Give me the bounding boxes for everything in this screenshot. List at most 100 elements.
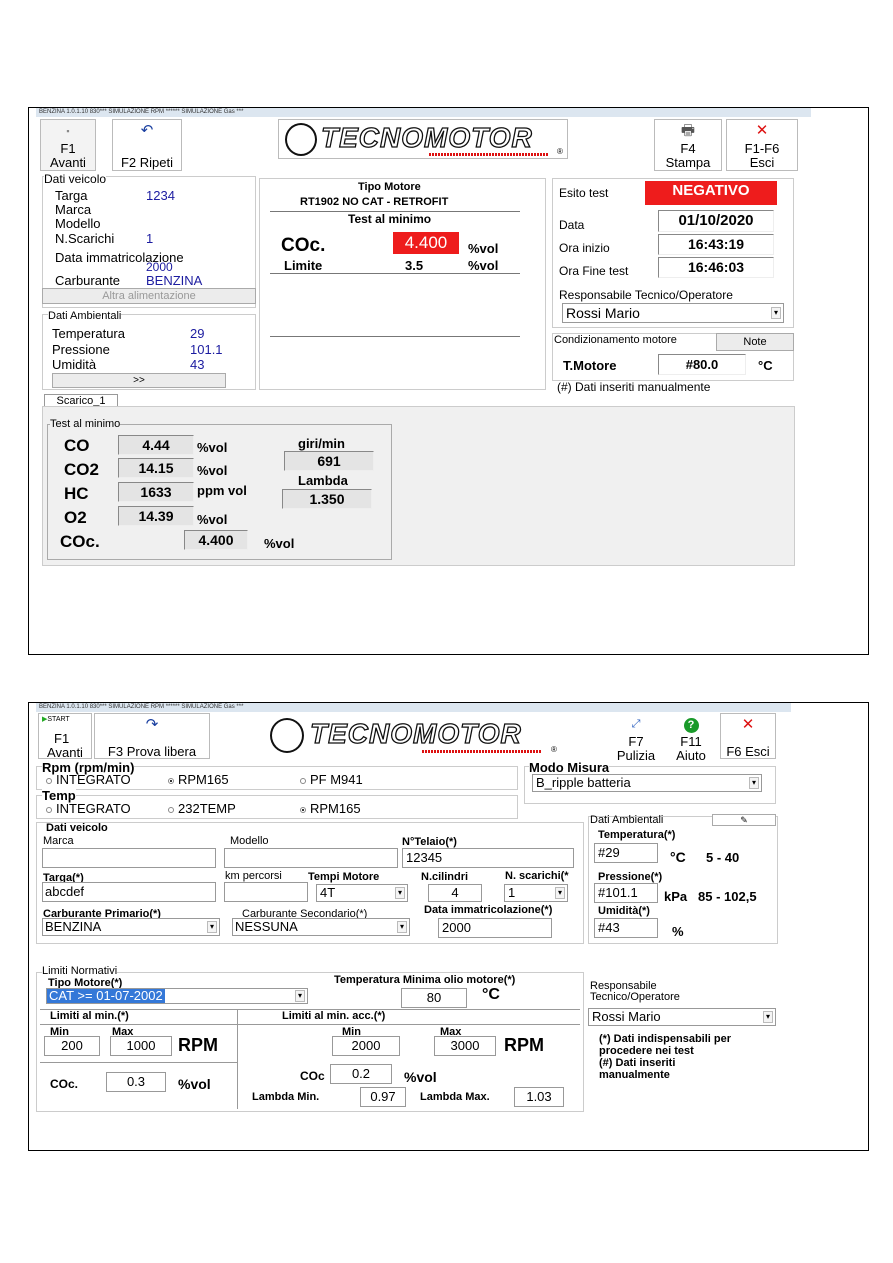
undo-icon: ↶ [140, 122, 154, 139]
close-icon: ✕ [755, 122, 769, 139]
carburante-secondario-select[interactable]: NESSUNA ▾ [232, 918, 410, 936]
chevron-down-icon: ▾ [294, 990, 305, 1002]
temp-option-rpm165[interactable]: RPM165 [300, 801, 361, 816]
window-titlebar-2: BENZINA 1.0.1.10 830*** SIMULAZIONE RPM … [36, 703, 791, 712]
close-icon: ✕ [741, 716, 755, 733]
radio-selected-icon [168, 777, 174, 784]
radio-icon [46, 777, 52, 784]
km-percorsi-input[interactable] [224, 882, 308, 902]
ora-inizio-field: 16:43:19 [658, 234, 774, 255]
limite-value: 3.5 [405, 258, 424, 273]
modello-input[interactable] [224, 848, 398, 868]
coc-minimo-value: 4.400 [184, 530, 248, 550]
coc-min-input[interactable]: 0.3 [106, 1072, 166, 1092]
result-center-panel [259, 178, 546, 390]
redo-icon: ↷ [145, 716, 159, 733]
coc-result-value: 4.400 [393, 232, 459, 254]
chevron-down-icon: ▾ [762, 1011, 773, 1023]
modo-misura-select[interactable]: B_ripple batteria ▾ [532, 774, 762, 792]
chevron-down-icon: ▾ [554, 887, 565, 899]
min-rpm-max-input[interactable]: 1000 [110, 1036, 172, 1056]
chevron-down-icon: ▾ [748, 777, 759, 789]
hc-value: 1633 [118, 482, 194, 502]
marca-input[interactable] [42, 848, 216, 868]
targa-input[interactable]: abcdef [42, 882, 216, 902]
f2-ripeti-button[interactable]: ↶ F2 Ripeti [112, 119, 182, 171]
min-rpm-min-input[interactable]: 200 [44, 1036, 100, 1056]
temp-option-integrato[interactable]: INTEGRATO [46, 801, 131, 816]
temp-option-232temp[interactable]: 232TEMP [168, 801, 236, 816]
tempi-motore-select[interactable]: 4T ▾ [316, 884, 408, 902]
temperatura-input[interactable]: #29 [594, 843, 658, 863]
dog-mascot-icon [285, 123, 317, 156]
esito-negativo-badge: NEGATIVO [645, 181, 777, 205]
chevron-down-icon: ▾ [394, 887, 405, 899]
co2-value: 14.15 [118, 458, 194, 478]
carburante-primario-select[interactable]: BENZINA ▾ [42, 918, 220, 936]
pressione-range: 85 - 102,5 [698, 889, 757, 904]
acc-rpm-min-input[interactable]: 2000 [332, 1036, 400, 1056]
cilindri-input[interactable]: 4 [428, 884, 482, 902]
temperatura-range: 5 - 40 [706, 850, 740, 865]
required-data-note: (*) Dati indispensabili per procedere ne… [599, 1033, 732, 1057]
lambda-max-input[interactable]: 1.03 [514, 1087, 564, 1107]
start-icon: ▶START [42, 716, 70, 723]
acc-rpm-max-input[interactable]: 3000 [434, 1036, 496, 1056]
lambda-min-input[interactable]: 0.97 [360, 1087, 406, 1107]
temperatura-olio-input[interactable]: 80 [401, 988, 467, 1008]
radio-selected-icon [300, 806, 306, 813]
help-icon: ? [666, 713, 716, 735]
operatore-select[interactable]: Rossi Mario ▾ [562, 303, 784, 323]
scarichi-select[interactable]: 1 ▾ [504, 884, 568, 902]
ora-fine-field: 16:46:03 [658, 257, 774, 278]
scarichi-value: 1 [146, 231, 154, 246]
data-immatricolazione-value: 2000 [146, 260, 173, 274]
lambda-value: 1.350 [282, 489, 372, 509]
f4-stampa-button[interactable]: 🖶 F4 Stampa [654, 119, 722, 171]
f6-esci-button[interactable]: ✕ F6 Esci [720, 713, 776, 759]
tecnomotor-logo-2: TECNOMOTOR ® [264, 715, 564, 757]
telaio-input[interactable]: 12345 [402, 848, 574, 868]
manual-data-footnote: (#) Dati inseriti manualmente [557, 380, 711, 394]
chevron-down-icon: ▾ [206, 921, 217, 933]
pressione-input[interactable]: #101.1 [594, 883, 658, 903]
chevron-down-icon: ▾ [396, 921, 407, 933]
tipo-motore-select[interactable]: CAT >= 01-07-2002 ▾ [46, 988, 308, 1004]
f11-aiuto-button[interactable]: ? F11 Aiuto [666, 713, 716, 763]
umidita-value: 43 [190, 357, 205, 372]
targa-value: 1234 [146, 188, 175, 203]
ambient-data-title: Dati Ambientali [48, 310, 122, 322]
f1-avanti-button[interactable]: ▪ F1 Avanti [40, 119, 96, 171]
radio-icon [300, 777, 306, 784]
t-motore-field: #80.0 [658, 354, 746, 375]
dog-mascot-icon [270, 718, 304, 753]
chevron-down-icon: ▾ [770, 307, 781, 319]
vehicle-data-title: Dati veicolo [44, 172, 107, 186]
co-value: 4.44 [118, 435, 194, 455]
coc-acc-input[interactable]: 0.2 [330, 1064, 392, 1084]
rpm-option-pfm941[interactable]: PF M941 [300, 772, 363, 787]
giri-value: 691 [284, 451, 374, 471]
data-test-field: 01/10/2020 [658, 210, 774, 232]
radio-icon [168, 806, 174, 813]
carburante-value: BENZINA [146, 273, 203, 288]
o2-value: 14.39 [118, 506, 194, 526]
f3-prova-libera-button[interactable]: ↷ F3 Prova libera [94, 713, 210, 759]
rpm-option-rpm165[interactable]: RPM165 [168, 772, 229, 787]
altra-alimentazione-button[interactable]: Altra alimentazione [42, 288, 256, 304]
note-button[interactable]: Note [716, 333, 794, 351]
pressione-value: 101.1 [190, 342, 223, 357]
radio-icon [46, 806, 52, 813]
temperatura-value: 29 [190, 326, 205, 341]
more-ambient-button[interactable]: >> [52, 373, 226, 388]
tipo-motore-value: RT1902 NO CAT - RETROFIT [300, 196, 449, 208]
f7-pulizia-button[interactable]: ⤢ F7 Pulizia [611, 713, 661, 763]
rpm-option-integrato[interactable]: INTEGRATO [46, 772, 131, 787]
f1-avanti-start-button[interactable]: ▶START F1 Avanti [38, 713, 92, 760]
data-immatricolazione-input[interactable]: 2000 [438, 918, 552, 938]
umidita-input[interactable]: #43 [594, 918, 658, 938]
printer-icon: 🖶 [680, 122, 696, 139]
f1-f6-esci-button[interactable]: ✕ F1-F6 Esci [726, 119, 798, 171]
edit-ambient-button[interactable]: ✎ [712, 814, 776, 826]
operatore-select-2[interactable]: Rossi Mario ▾ [588, 1008, 776, 1026]
